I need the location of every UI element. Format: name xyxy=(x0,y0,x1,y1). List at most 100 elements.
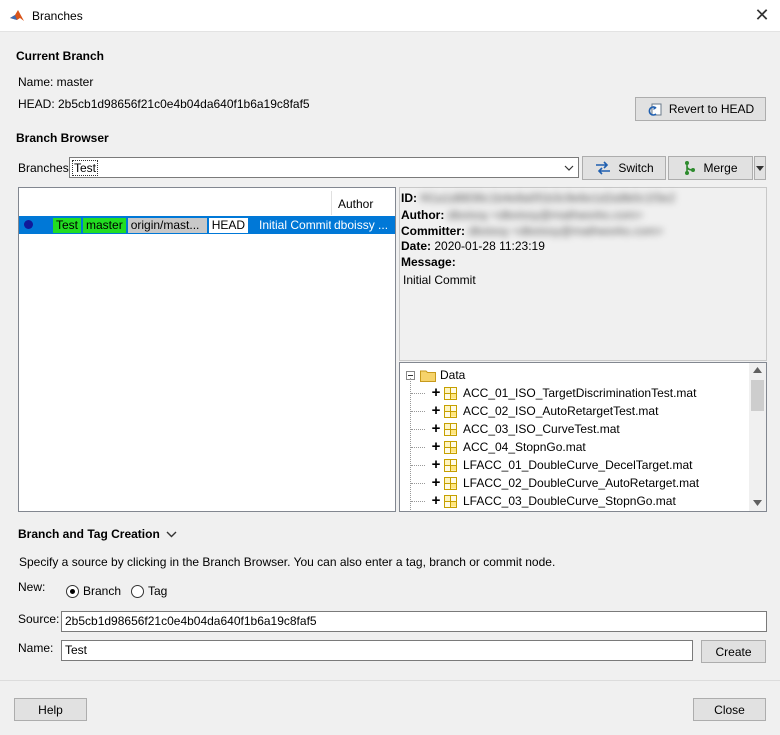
merge-options-button[interactable] xyxy=(754,156,766,180)
switch-icon xyxy=(596,161,611,175)
commit-node-icon xyxy=(24,220,33,229)
creation-heading[interactable]: Branch and Tag Creation xyxy=(18,527,177,541)
author-column-header[interactable]: Author xyxy=(338,197,373,211)
chevron-down-icon xyxy=(166,531,177,537)
tree-file-label: ACC_02_ISO_AutoRetargetTest.mat xyxy=(463,404,659,418)
help-button[interactable]: Help xyxy=(14,698,87,721)
expand-icon[interactable]: + xyxy=(430,493,442,508)
expand-icon[interactable]: + xyxy=(430,403,442,418)
tree-branch-line xyxy=(411,429,425,430)
tree-file-item[interactable]: + LFACC_02_DoubleCurve_AutoRetarget.mat xyxy=(411,474,700,492)
date-value: 2020-01-28 11:23:19 xyxy=(434,239,545,253)
branch-radio[interactable] xyxy=(66,585,79,598)
tag-test: Test xyxy=(53,218,82,233)
table-row[interactable]: Test master origin/mast... HEAD Initial Com… xyxy=(19,216,395,234)
commit-author: dboissy ... xyxy=(334,218,389,232)
merge-icon xyxy=(685,161,696,175)
tree-branch-line xyxy=(411,411,425,412)
tree-file-label: LFACC_02_DoubleCurve_AutoRetarget.mat xyxy=(463,476,700,490)
revert-to-head-label: Revert to HEAD xyxy=(668,102,755,116)
tree-file-label: LFACC_01_DoubleCurve_DecelTarget.mat xyxy=(463,458,693,472)
new-label: New: xyxy=(18,580,46,594)
tree-branch-line xyxy=(411,483,425,484)
creation-hint: Specify a source by clicking in the Bran… xyxy=(19,555,556,569)
revert-icon xyxy=(648,103,662,116)
tree-guide-line xyxy=(410,378,411,511)
tree-scrollbar[interactable] xyxy=(749,363,766,511)
committer-value: dboissy <dboissy@mathworks.com> xyxy=(468,224,664,238)
source-label: Source: xyxy=(18,612,60,626)
mat-file-icon xyxy=(444,494,457,508)
tree-folder-data[interactable]: Data xyxy=(406,366,465,384)
expand-icon[interactable]: + xyxy=(430,475,442,490)
folder-icon xyxy=(420,370,436,382)
create-button[interactable]: Create xyxy=(701,640,766,663)
branch-radio-label[interactable]: Branch xyxy=(83,584,121,598)
branches-dropdown[interactable]: Test xyxy=(69,157,579,178)
chevron-down-icon xyxy=(560,158,578,177)
tree-file-label: ACC_04_StopnGo.mat xyxy=(463,440,586,454)
committer-label: Committer: xyxy=(401,224,466,238)
name-input[interactable]: Test xyxy=(61,640,693,661)
tree-branch-line xyxy=(411,447,425,448)
mat-file-icon xyxy=(444,386,457,400)
tree-file-label: LFACC_03_DoubleCurve_StopnGo.mat xyxy=(463,494,676,508)
id-label: ID: xyxy=(401,191,417,205)
mat-file-icon xyxy=(444,422,457,436)
switch-button[interactable]: Switch xyxy=(582,156,666,180)
mat-file-icon xyxy=(444,404,457,418)
file-tree-panel[interactable]: Data + ACC_01_ISO_TargetDiscriminationTes… xyxy=(399,362,767,512)
tree-branch-line xyxy=(411,465,425,466)
source-input[interactable]: 2b5cb1d98656f21c0e4b04da640f1b6a19c8faf5 xyxy=(61,611,767,632)
column-divider xyxy=(331,191,332,215)
tree-branch-line xyxy=(411,501,425,502)
author-label: Author: xyxy=(401,208,445,222)
tag-master: master xyxy=(83,218,126,233)
tag-radio-label[interactable]: Tag xyxy=(148,584,167,598)
close-window-icon[interactable]: ✕ xyxy=(752,6,772,26)
matlab-logo-icon xyxy=(10,10,24,21)
tree-file-item[interactable]: + ACC_03_ISO_CurveTest.mat xyxy=(411,420,620,438)
expand-icon[interactable]: + xyxy=(430,457,442,472)
tree-file-item[interactable]: + ACC_01_ISO_TargetDiscriminationTest.mat xyxy=(411,384,696,402)
branch-browser-heading: Branch Browser xyxy=(16,131,109,145)
id-value: f41a1d8836c1b4e8a0f1b3c9e6e1d2a9b0c1f3e2 xyxy=(420,191,676,205)
tree-file-item[interactable]: + LFACC_03_DoubleCurve_StopnGo.mat xyxy=(411,492,676,510)
tag-origin-master: origin/mast... xyxy=(127,218,207,233)
merge-label: Merge xyxy=(703,161,738,175)
expand-icon[interactable]: + xyxy=(430,439,442,454)
commit-details-panel: ID: f41a1d8836c1b4e8a0f1b3c9e6e1d2a9b0c1… xyxy=(399,187,767,361)
merge-button[interactable]: Merge xyxy=(668,156,753,180)
tree-folder-label: Data xyxy=(440,368,466,382)
revert-to-head-button[interactable]: Revert to HEAD xyxy=(635,97,766,121)
commit-tags: Test master origin/mast... HEAD xyxy=(53,218,250,233)
date-label: Date: xyxy=(401,239,432,253)
scroll-down-icon[interactable] xyxy=(753,500,762,506)
branches-label: Branches: xyxy=(18,161,73,175)
scroll-up-icon[interactable] xyxy=(753,367,762,373)
dialog-footer: Help Close xyxy=(0,680,780,735)
current-branch-name: Name: master xyxy=(18,75,94,89)
tree-file-item[interactable]: + LFACC_01_DoubleCurve_DecelTarget.mat xyxy=(411,456,693,474)
close-button[interactable]: Close xyxy=(693,698,766,721)
window-title: Branches xyxy=(32,9,83,23)
commit-message: Initial Commit xyxy=(259,218,331,232)
title-bar: Branches ✕ xyxy=(0,0,780,32)
scrollbar-thumb[interactable] xyxy=(751,380,764,411)
tree-file-item[interactable]: + ACC_04_StopnGo.mat xyxy=(411,438,586,456)
message-label: Message: xyxy=(401,255,456,269)
commit-list-panel[interactable]: Author Test master origin/mast... HEAD Init… xyxy=(18,187,396,512)
tag-head: HEAD xyxy=(208,218,249,233)
branches-dropdown-value: Test xyxy=(72,160,99,176)
tree-branch-line xyxy=(411,393,425,394)
tree-file-item[interactable]: + ACC_02_ISO_AutoRetargetTest.mat xyxy=(411,402,659,420)
tree-file-label: ACC_03_ISO_CurveTest.mat xyxy=(463,422,620,436)
mat-file-icon xyxy=(444,476,457,490)
mat-file-icon xyxy=(444,440,457,454)
expand-icon[interactable]: + xyxy=(430,421,442,436)
tag-radio[interactable] xyxy=(131,585,144,598)
creation-heading-label: Branch and Tag Creation xyxy=(18,527,160,541)
message-value: Initial Commit xyxy=(403,273,476,287)
expand-icon[interactable]: + xyxy=(430,385,442,400)
switch-label: Switch xyxy=(618,161,654,175)
